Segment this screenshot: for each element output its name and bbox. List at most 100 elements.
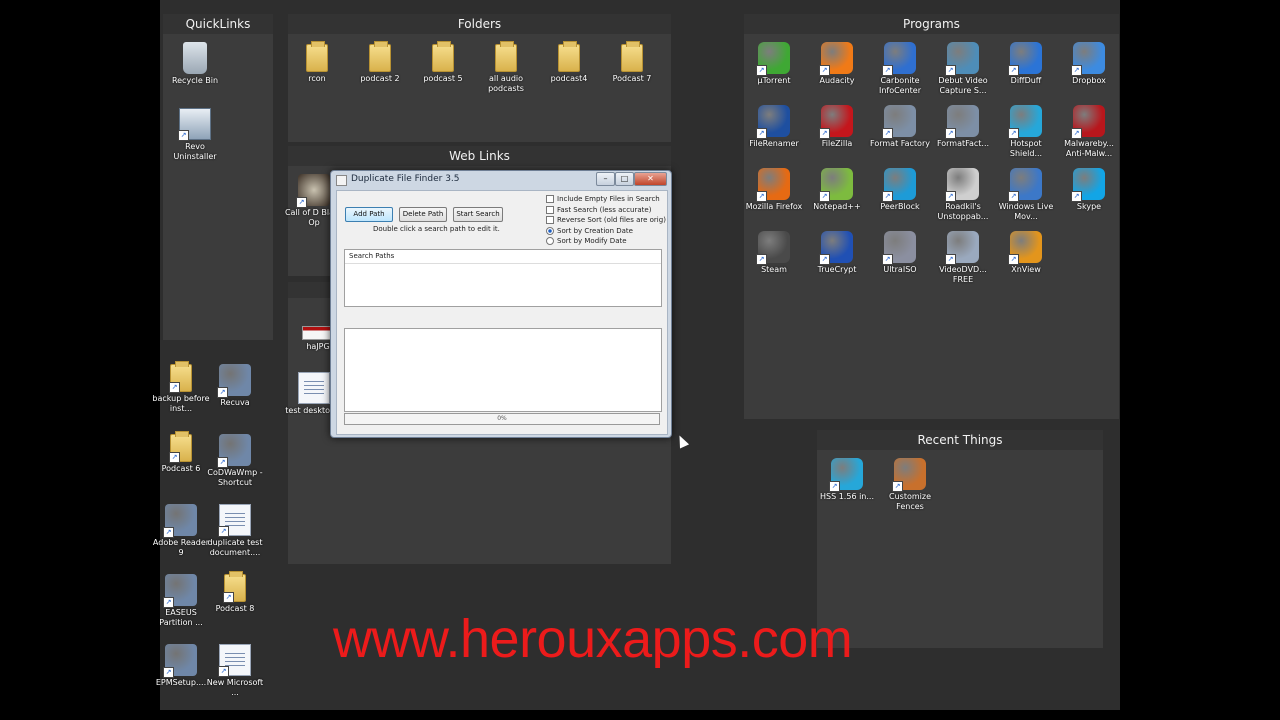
desktop-icon[interactable]: ↗ backup before inst... [151,361,211,414]
desktop-icon[interactable]: ↗ Mozilla Firefox [742,168,806,212]
desktop-icon[interactable]: ↗ FormatFact... [931,105,995,149]
checkbox[interactable] [546,195,554,203]
sort-radio-option[interactable]: Sort by Creation Date [546,226,633,236]
desktop-icon[interactable]: ↗ Debut Video Capture S... [931,42,995,96]
desktop-icon[interactable]: ↗ Notepad++ [805,168,869,212]
folder-icon [369,41,391,72]
desktop-icon[interactable]: ↗ UltraISO [868,231,932,275]
desktop-icon[interactable]: ↗ EASEUS Partition ... [151,574,211,628]
desktop-icon-revo[interactable]: ↗ Revo Uninstaller [163,108,227,162]
icon-label: Carbonite InfoCenter [878,76,922,95]
icon-label: Recuva [220,398,250,407]
desktop-icon[interactable]: ↗ FileRenamer [742,105,806,149]
desktop-icon[interactable]: ↗ Roadkil's Unstoppab... [931,168,995,222]
fence-title: Folders [288,14,671,34]
shortcut-arrow-icon: ↗ [217,387,228,398]
results-list[interactable] [344,328,662,412]
desktop-icon[interactable]: ↗ Steam [742,231,806,275]
icon-label: Audacity [819,76,855,85]
desktop-icon[interactable]: ↗ PeerBlock [868,168,932,212]
folder-item[interactable]: podcast 2 [348,41,412,84]
radio-button[interactable] [546,226,554,235]
shortcut-arrow-icon: ↗ [756,254,767,265]
desktop-icon[interactable]: ↗ FileZilla [805,105,869,149]
shortcut-arrow-icon: ↗ [1071,65,1082,76]
desktop-icon[interactable]: ↗ Podcast 6 [151,431,211,474]
sort-radio-option[interactable]: Sort by Modify Date [546,236,627,246]
delete-path-button[interactable]: Delete Path [399,207,447,222]
shortcut-arrow-icon: ↗ [163,597,174,608]
firefox-icon: ↗ [756,168,790,202]
radio-button[interactable] [546,237,554,245]
desktop-icon[interactable]: ↗ New Microsoft ... [205,644,265,698]
checkbox[interactable] [546,216,554,224]
icon-label: TrueCrypt [817,265,857,274]
desktop-icon[interactable]: ↗ DiffDuff [994,42,1058,86]
add-path-button[interactable]: Add Path [345,207,393,222]
desktop-icon[interactable]: ↗ HSS 1.56 in... [815,458,879,502]
shortcut-arrow-icon: ↗ [882,191,893,202]
minimize-button[interactable]: – [596,172,615,186]
revo-uninstaller-icon: ↗ [178,108,211,141]
roadkil-icon: ↗ [945,168,979,202]
codwaw-icon: ↗ [217,434,251,468]
desktop-icon[interactable]: ↗ Podcast 8 [205,571,265,614]
utorrent-icon: ↗ [756,42,790,76]
desktop-icon[interactable]: ↗ Adobe Reader 9 [151,504,211,558]
desktop-icon[interactable]: ↗ Recuva [205,364,265,408]
desktop-icon[interactable]: ↗ XnView [994,231,1058,275]
folder-item[interactable]: rcon [285,41,349,84]
shortcut-arrow-icon: ↗ [163,527,174,538]
shortcut-arrow-icon: ↗ [218,666,229,677]
search-checkbox-option[interactable]: Reverse Sort (old files are orig) [546,215,666,225]
folder-icon [306,41,328,72]
folder-item[interactable]: podcast4 [537,41,601,84]
desktop-icon[interactable]: ↗ Hotspot Shield... [994,105,1058,159]
checkbox[interactable] [546,205,554,214]
desktop-icon[interactable]: ↗ TrueCrypt [805,231,869,275]
search-checkbox-option[interactable]: Include Empty Files in Search [546,194,660,204]
dropbox-icon: ↗ [1071,42,1105,76]
maximize-button[interactable]: □ [615,172,634,186]
folder-item[interactable]: podcast 5 [411,41,475,84]
desktop-icon[interactable]: ↗ Skype [1057,168,1121,212]
shortcut-arrow-icon: ↗ [892,481,903,492]
desktop-icon[interactable]: ↗ Format Factory [868,105,932,149]
icon-label: Debut Video Capture S... [938,76,988,95]
shortcut-arrow-icon: ↗ [756,65,767,76]
folder-icon: ↗ [223,571,246,603]
search-paths-list[interactable]: Search Paths [344,249,662,307]
folder-item[interactable]: Podcast 7 [600,41,664,84]
desktop-icon[interactable]: ↗ duplicate test document.... [205,504,265,558]
desktop-icon[interactable]: ↗ EPMSetup.... [151,644,211,688]
progress-text: 0% [497,415,507,422]
notepad-plus-icon: ↗ [819,168,853,202]
icon-label: Format Factory [870,139,930,148]
desktop-icon[interactable]: ↗ Carbonite InfoCenter [868,42,932,96]
icon-label: FileZilla [821,139,853,148]
desktop-icon[interactable]: ↗ Audacity [805,42,869,86]
close-button[interactable]: ✕ [634,172,667,186]
filezilla-icon: ↗ [819,105,853,139]
option-label: Sort by Modify Date [557,237,627,245]
duplicate-file-finder-window[interactable]: Duplicate File Finder 3.5 – □ ✕ Add Path… [330,170,672,438]
start-search-button[interactable]: Start Search [453,207,503,222]
installer-icon: ↗ [163,644,197,678]
fence-programs: Programs ↗ µTorrent ↗ Audacity ↗ Carbonite In… [744,14,1119,419]
desktop-icon[interactable]: ↗ CoDWaWmp - Shortcut [205,434,265,488]
diffduff-icon: ↗ [1008,42,1042,76]
icon-label: Malwareby... Anti-Malw... [1064,139,1114,158]
desktop-icon-recycle-bin[interactable]: Recycle Bin [163,42,227,86]
desktop-icon[interactable]: ↗ VideoDVD... FREE [931,231,995,285]
desktop-icon[interactable]: ↗ Malwareby... Anti-Malw... [1057,105,1121,159]
desktop-icon[interactable]: ↗ µTorrent [742,42,806,86]
desktop-icon[interactable]: ↗ Customize Fences [878,458,942,512]
folder-item[interactable]: all audio podcasts [474,41,538,94]
hint-text: Double click a search path to edit it. [373,225,500,233]
shortcut-arrow-icon: ↗ [169,382,180,393]
document-icon [298,372,330,404]
search-checkbox-option[interactable]: Fast Search (less accurate) [546,205,651,215]
desktop-icon[interactable]: ↗ Windows Live Mov... [994,168,1058,222]
desktop-icon[interactable]: ↗ Dropbox [1057,42,1121,86]
format-factory-icon: ↗ [882,105,916,139]
